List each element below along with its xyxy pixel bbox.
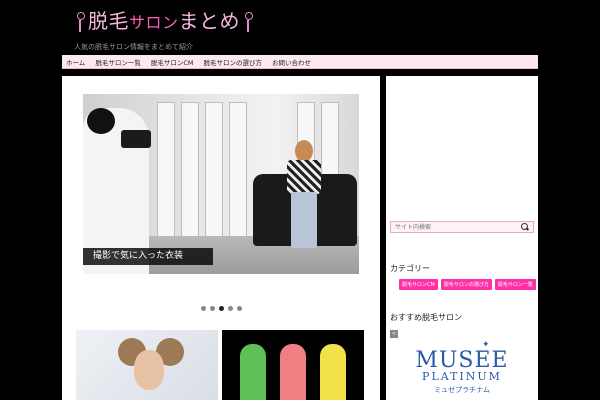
slider-dot-5[interactable]	[236, 306, 242, 311]
nav-item-how-to-choose[interactable]: 脱毛サロンの選び方	[203, 57, 262, 67]
category-widget-title: カテゴリー	[390, 264, 430, 273]
nav-item-contact[interactable]: お問い合わせ	[272, 57, 311, 67]
slider-dot-2[interactable]	[209, 306, 215, 311]
search-icon[interactable]	[521, 223, 529, 231]
logo-ornament-left-icon	[75, 10, 85, 34]
nav-item-salon-cm[interactable]: 脱毛サロンCM	[151, 57, 194, 67]
logo-ornament-right-icon	[243, 10, 254, 34]
slider-dot-3[interactable]	[218, 306, 224, 311]
slider-dot-1[interactable]	[200, 306, 206, 311]
site-title: 脱毛サロンまとめ	[88, 9, 241, 33]
tag-salon-cm[interactable]: 脱毛サロンCM	[399, 279, 438, 290]
main-content: 撮影で気に入った衣装	[62, 76, 380, 400]
search-box	[390, 221, 534, 233]
tag-how-to-choose[interactable]: 脱毛サロンの選び方	[440, 279, 492, 290]
camera-icon	[121, 130, 151, 148]
nav-item-home[interactable]: ホーム	[66, 57, 85, 67]
slider-dot-4[interactable]	[227, 306, 233, 311]
nav-item-salon-list[interactable]: 脱毛サロン一覧	[95, 57, 141, 67]
slider-pagination	[62, 306, 380, 311]
global-nav: ホーム 脱毛サロン一覧 脱毛サロンCM 脱毛サロンの選び方 お問い合わせ	[62, 55, 538, 69]
site-logo[interactable]: 脱毛サロンまとめ	[72, 8, 256, 36]
page: 脱毛サロンまとめ 人気の脱毛サロン情報をまとめて紹介 ホーム 脱毛サロン一覧 脱…	[0, 0, 600, 400]
site-tagline: 人気の脱毛サロン情報をまとめて紹介	[74, 43, 193, 51]
featured-slider[interactable]: 撮影で気に入った衣装	[83, 94, 359, 274]
sidebar: カテゴリー 脱毛サロンCM 脱毛サロンの選び方 脱毛サロン一覧 おすすめ脱毛サロ…	[386, 76, 538, 400]
recommend-widget-title: おすすめ脱毛サロン	[390, 313, 462, 322]
slide-model	[281, 140, 327, 250]
search-input[interactable]	[391, 222, 515, 232]
carousel-prev-button[interactable]: <	[390, 330, 398, 338]
tag-salon-list[interactable]: 脱毛サロン一覧	[494, 279, 536, 290]
brand-banner-sub[interactable]: PLATINUM	[386, 370, 538, 383]
article-thumbnail-2[interactable]	[222, 330, 364, 400]
brand-banner-kana[interactable]: ミュゼプラチナム	[386, 385, 538, 395]
category-tags: 脱毛サロンCM 脱毛サロンの選び方 脱毛サロン一覧	[399, 279, 536, 290]
article-thumbnail-1[interactable]	[76, 330, 218, 400]
slide-caption[interactable]: 撮影で気に入った衣装	[83, 248, 213, 265]
